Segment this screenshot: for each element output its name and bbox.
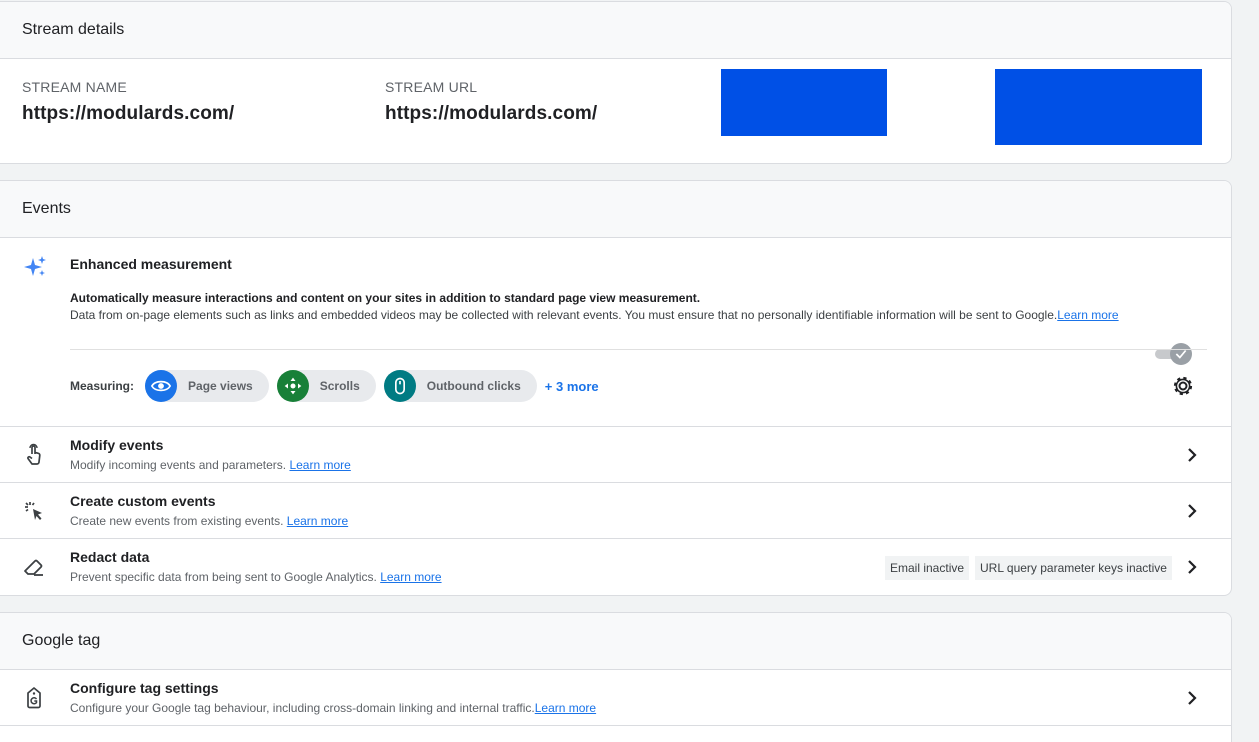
row-title: Redact data [70,549,150,565]
modify-events-row[interactable]: Modify events Modify incoming events and… [0,427,1231,483]
tag-icon [27,687,41,709]
row-title: Create custom events [70,493,216,509]
row-subtitle-text: Modify incoming events and parameters. [70,458,287,472]
row-subtitle-text: Configure your Google tag behaviour, inc… [70,701,535,715]
row-subtitle: Prevent specific data from being sent to… [70,570,442,584]
status-badge-email: Email inactive [885,556,970,580]
sparkle-icon [24,256,46,276]
chevron-right-icon [1188,560,1197,574]
create-custom-events-row[interactable]: Create custom events Create new events f… [0,483,1231,539]
chevron-right-icon [1188,448,1197,462]
row-subtitle: Configure your Google tag behaviour, inc… [70,701,596,715]
enhanced-measurement-toggle[interactable] [1154,343,1192,365]
row-subtitle-text: Create new events from existing events. [70,514,284,528]
configure-tag-settings-row[interactable]: Configure tag settings Configure your Go… [0,670,1231,726]
mouse-icon [383,370,416,402]
gear-icon[interactable] [1171,374,1195,398]
learn-more-link[interactable]: Learn more [535,701,596,715]
status-badge-url-query: URL query parameter keys inactive [975,556,1172,580]
learn-more-link[interactable]: Learn more [1057,308,1118,322]
learn-more-link[interactable]: Learn more [287,514,348,528]
toggle-knob [1170,343,1192,365]
learn-more-link[interactable]: Learn more [380,570,441,584]
stream-name-value: https://modulards.com/ [22,103,235,124]
stream-url-value: https://modulards.com/ [385,103,598,124]
redacted-block [721,69,887,136]
chevron-right-icon [1188,691,1197,705]
events-card: Events Enhanced measurement Automaticall… [0,180,1232,596]
enhanced-measurement-summary: Automatically measure interactions and c… [70,291,701,305]
move-arrows-icon [276,370,309,402]
chip-label: Scrolls [319,379,360,393]
measuring-label: Measuring: [70,379,135,393]
enhanced-measurement-description-text: Data from on-page elements such as links… [70,308,1058,322]
stream-url-label: STREAM URL [385,79,478,95]
chevron-right-icon [1188,504,1197,518]
eye-icon [145,370,178,402]
chip-outbound-clicks[interactable]: Outbound clicks [383,370,537,402]
enhanced-measurement-title: Enhanced measurement [70,256,232,272]
stream-details-header: Stream details [0,2,1231,59]
google-tag-card: Google tag Configure tag settings Config… [0,612,1232,742]
more-chips-link[interactable]: + 3 more [545,379,599,394]
enhanced-measurement-section: Enhanced measurement Automatically measu… [0,238,1231,427]
row-subtitle: Modify incoming events and parameters. L… [70,458,351,472]
enhanced-measurement-description: Data from on-page elements such as links… [70,307,1150,323]
redacted-block [995,69,1202,145]
redact-data-row[interactable]: Redact data Prevent specific data from b… [0,539,1231,595]
learn-more-link[interactable]: Learn more [289,458,350,472]
cursor-sparkle-icon [25,502,42,520]
row-subtitle-text: Prevent specific data from being sent to… [70,570,377,584]
stream-url-block: STREAM URL https://modulards.com/ [385,79,597,125]
chip-label: Page views [188,379,253,393]
events-header: Events [0,181,1231,238]
chip-label: Outbound clicks [426,379,521,393]
chip-page-views[interactable]: Page views [145,370,269,402]
measuring-chips: Measuring: Page views Scrolls Outbound c… [70,370,599,402]
stream-name-label: STREAM NAME [22,79,127,95]
row-title: Configure tag settings [70,680,219,696]
divider [70,349,1207,350]
row-subtitle: Create new events from existing events. … [70,514,348,528]
stream-name-block: STREAM NAME https://modulards.com/ [22,79,234,125]
touch-hand-icon [27,443,41,465]
google-tag-header: Google tag [0,613,1231,670]
row-title: Modify events [70,437,164,453]
chip-scrolls[interactable]: Scrolls [276,370,376,402]
stream-details-card: Stream details STREAM NAME https://modul… [0,1,1232,164]
eraser-icon [24,559,43,576]
